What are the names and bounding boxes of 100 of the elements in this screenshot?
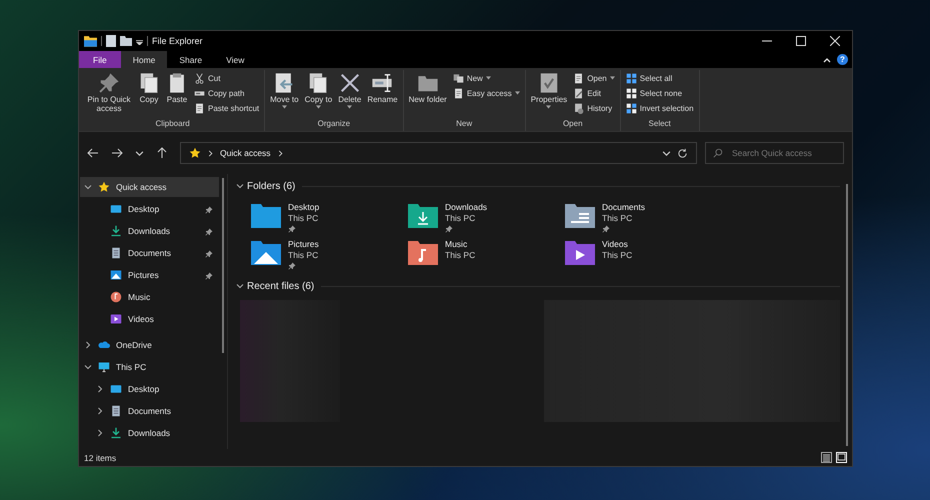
ribbon-button[interactable]: Edit bbox=[571, 86, 617, 100]
caret-icon bbox=[610, 76, 615, 80]
ribbon-button[interactable]: Copy path bbox=[192, 86, 262, 100]
nav-item[interactable]: Desktop bbox=[80, 199, 219, 219]
ribbon-button[interactable]: Properties bbox=[528, 70, 570, 119]
chevron-right-icon[interactable] bbox=[96, 407, 104, 415]
folder-item[interactable]: Videos This PC bbox=[565, 239, 722, 270]
ribbon-button[interactable]: Open bbox=[571, 71, 617, 85]
grid-icon bbox=[626, 102, 637, 114]
item-count: 12 items bbox=[84, 452, 116, 462]
grid-icon bbox=[626, 88, 637, 98]
back-arrow-icon[interactable] bbox=[87, 147, 99, 159]
folder-location: This PC bbox=[445, 250, 476, 261]
chevron-right-icon[interactable] bbox=[96, 429, 104, 437]
up-arrow-icon[interactable] bbox=[156, 147, 168, 159]
chevron-down-icon[interactable] bbox=[662, 148, 671, 158]
folder-icon[interactable] bbox=[120, 36, 132, 46]
page-icon bbox=[452, 88, 464, 98]
folder-item[interactable]: Downloads This PC bbox=[408, 202, 565, 233]
ribbon-button[interactable]: Paste shortcut bbox=[192, 101, 262, 115]
nav-item[interactable]: Downloads bbox=[80, 221, 219, 241]
caret-icon bbox=[282, 105, 287, 110]
search-icon bbox=[713, 148, 723, 158]
folder-item[interactable]: Pictures This PC bbox=[251, 239, 408, 270]
nav-item[interactable]: Music bbox=[80, 287, 219, 307]
list-view-icon[interactable] bbox=[821, 452, 832, 463]
search-field[interactable]: Search Quick access bbox=[705, 142, 844, 164]
group-label: Select bbox=[648, 119, 672, 130]
ribbon-button[interactable]: Cut bbox=[192, 71, 262, 85]
chevron-right-icon bbox=[207, 150, 214, 156]
ribbon-button[interactable]: New folder bbox=[406, 70, 449, 119]
nav-item[interactable]: This PC bbox=[80, 357, 219, 377]
caret-icon[interactable] bbox=[136, 38, 143, 44]
forward-arrow-icon[interactable] bbox=[111, 147, 123, 159]
nav-item[interactable]: Quick access bbox=[80, 177, 219, 197]
folder-item[interactable]: Music This PC bbox=[408, 239, 565, 270]
nav-item[interactable]: Desktop bbox=[80, 379, 219, 399]
rename-icon bbox=[371, 72, 394, 94]
folder-icon[interactable] bbox=[84, 35, 97, 47]
ribbon-button[interactable]: Move to bbox=[268, 70, 301, 119]
nav-item[interactable]: Downloads bbox=[80, 423, 219, 443]
chevron-down-icon[interactable] bbox=[135, 148, 144, 158]
chevron-right-icon[interactable] bbox=[276, 150, 284, 156]
page-icon bbox=[573, 72, 584, 84]
ribbon-button[interactable]: Copy bbox=[136, 70, 162, 119]
cloud-icon bbox=[98, 339, 110, 351]
ribbon-button[interactable]: Invert selection bbox=[624, 101, 696, 115]
star-icon bbox=[189, 147, 201, 159]
folder-item[interactable]: Documents This PC bbox=[565, 202, 722, 233]
folder-location: This PC bbox=[445, 213, 476, 224]
caret-icon bbox=[514, 91, 520, 95]
nav-item[interactable]: OneDrive bbox=[80, 335, 219, 355]
ribbon-button[interactable]: Paste bbox=[164, 70, 190, 119]
chevron-down-icon[interactable] bbox=[84, 363, 92, 371]
folder-item[interactable]: Desktop This PC bbox=[251, 202, 408, 233]
music-icon bbox=[110, 291, 122, 303]
ribbon-button[interactable]: Rename bbox=[365, 70, 400, 119]
large-icons-view-icon[interactable] bbox=[836, 452, 847, 463]
nav-item[interactable]: Pictures bbox=[80, 265, 219, 285]
refresh-icon[interactable] bbox=[677, 148, 688, 158]
ribbon-button[interactable]: New bbox=[450, 71, 522, 85]
ribbon-button[interactable]: History bbox=[571, 101, 617, 115]
grid-icon bbox=[626, 72, 637, 84]
caret-icon bbox=[316, 105, 321, 110]
ribbon-tab[interactable]: Home bbox=[120, 51, 168, 68]
folder-icon bbox=[408, 239, 438, 265]
collapse-ribbon-icon[interactable] bbox=[823, 56, 831, 62]
nav-item[interactable]: Documents bbox=[80, 401, 219, 421]
chevron-down-icon[interactable] bbox=[236, 182, 244, 190]
folder-name: Videos bbox=[602, 239, 629, 250]
ribbon-button[interactable]: Select all bbox=[624, 71, 696, 85]
folder-icon bbox=[251, 239, 281, 265]
nav-item[interactable]: Documents bbox=[80, 243, 219, 263]
help-button[interactable]: ? bbox=[837, 54, 848, 65]
chevron-down-icon[interactable] bbox=[236, 282, 244, 290]
caret-icon bbox=[347, 105, 352, 110]
file-tab[interactable]: File bbox=[79, 51, 121, 68]
chevron-down-icon[interactable] bbox=[84, 183, 92, 191]
star-icon bbox=[98, 181, 110, 193]
chevron-right-icon[interactable] bbox=[96, 385, 104, 393]
breadcrumb[interactable]: Quick access bbox=[220, 148, 271, 158]
section-header[interactable]: Recent files (6) bbox=[247, 280, 314, 292]
folder-location: This PC bbox=[288, 213, 320, 224]
folder-name: Documents bbox=[602, 202, 645, 213]
ribbon-button[interactable]: Delete bbox=[336, 70, 364, 119]
ribbon-button[interactable]: Select none bbox=[624, 86, 696, 100]
ribbon-button[interactable]: Pin to Quick access bbox=[84, 70, 134, 119]
scrollbar[interactable] bbox=[846, 184, 848, 446]
nav-item[interactable]: Videos bbox=[80, 309, 219, 329]
address-bar[interactable]: Quick access bbox=[180, 142, 697, 164]
group-label: Open bbox=[562, 119, 584, 130]
ribbon-button[interactable]: Copy to bbox=[302, 70, 334, 119]
shortcut-page-icon bbox=[194, 102, 205, 114]
chevron-right-icon[interactable] bbox=[84, 341, 92, 349]
ribbon-button[interactable]: Easy access bbox=[450, 86, 522, 100]
video-icon bbox=[110, 313, 122, 325]
folder-location: This PC bbox=[602, 250, 632, 261]
desktop-icon bbox=[110, 383, 122, 395]
section-header[interactable]: Folders (6) bbox=[247, 180, 296, 192]
new-item-icon bbox=[452, 72, 464, 84]
